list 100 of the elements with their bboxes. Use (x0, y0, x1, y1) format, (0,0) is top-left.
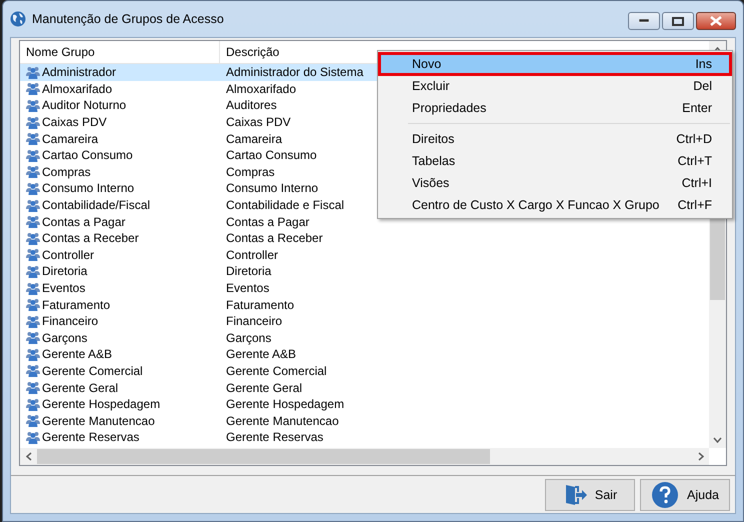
table-cell: Eventos (42, 281, 86, 296)
list-row[interactable]: Gerente Reservas Gerente Reservas (20, 429, 709, 446)
table-cell: Auditor Noturno (42, 98, 126, 112)
users-icon (26, 248, 40, 262)
table-cell: Cartao Consumo (42, 148, 133, 162)
table-cell-text: Financeiro (225, 314, 282, 328)
table-cell: Financeiro (42, 314, 98, 328)
menu-item[interactable]: Tabelas Ctrl+T (379, 150, 731, 172)
table-cell-text: Gerente Reservas (225, 430, 324, 444)
list-row[interactable]: Gerente Manutencao Gerente Manutencao (20, 412, 709, 430)
list-row[interactable]: Contas a Receber Contas a Receber (20, 230, 709, 247)
table-cell-text: Gerente Manutencao (225, 414, 339, 428)
table-cell: Almoxarifado (42, 82, 112, 96)
table-cell-text: Consumo Interno (225, 181, 318, 196)
users-icon (26, 148, 40, 162)
exit-button[interactable]: Sair (545, 478, 635, 510)
users-icon (26, 398, 40, 411)
list-row[interactable]: Faturamento Faturamento (20, 296, 709, 313)
table-cell-text: Garçons (225, 330, 272, 345)
users-icon (26, 165, 40, 178)
globe-icon (10, 11, 26, 27)
table-cell: Contas a Pagar (42, 214, 126, 229)
users-icon (26, 132, 40, 146)
menu-item[interactable]: Visões Ctrl+I (379, 172, 731, 194)
list-row[interactable]: Gerente Hospedagem Gerente Hospedagem (20, 396, 709, 412)
users-icon (26, 314, 40, 328)
table-cell: Faturamento (42, 298, 110, 312)
table-cell-text: Cartao Consumo (225, 148, 317, 162)
scroll-left-icon[interactable] (26, 452, 32, 461)
users-icon (26, 282, 40, 295)
table-cell-text: Eventos (225, 281, 270, 296)
users-icon (26, 264, 40, 278)
table-cell-text: Contabilidade e Fiscal (225, 198, 344, 212)
list-row[interactable]: Gerente Comercial Gerente Comercial (20, 362, 709, 380)
table-cell: Gerente Manutencao (42, 414, 155, 428)
table-cell: Camareira (42, 132, 98, 146)
maximize-button[interactable] (662, 12, 694, 30)
users-icon (26, 82, 40, 96)
table-cell-text: Administrador do Sistema (225, 65, 364, 80)
column-header[interactable]: Nome Grupo (20, 41, 220, 63)
list-row[interactable]: Diretoria Diretoria (20, 263, 709, 280)
table-cell: Gerente A&B (42, 347, 112, 362)
list-row[interactable]: Contas a Pagar Contas a Pagar (20, 213, 709, 230)
table-cell-text: Gerente A&B (225, 347, 296, 362)
users-icon (26, 116, 40, 129)
table-cell: Gerente Reservas (42, 430, 140, 444)
users-icon (26, 215, 40, 228)
table-cell-text: Contas a Receber (225, 231, 323, 246)
table-cell: Caixas PDV (42, 115, 107, 130)
table-cell: Controller (42, 248, 94, 262)
users-icon (26, 198, 40, 212)
list-row[interactable]: Garçons Garçons (20, 330, 709, 346)
help-button[interactable]: Ajuda (640, 478, 730, 510)
list-row[interactable]: Gerente Geral Gerente Geral (20, 379, 709, 396)
list-row[interactable]: Gerente A&B Gerente A&B (20, 346, 709, 363)
horizontal-scrollbar[interactable] (20, 448, 709, 465)
table-cell-text: Caixas PDV (225, 115, 291, 130)
table-cell: Diretoria (42, 264, 88, 278)
table-cell-text: Contas a Pagar (225, 214, 310, 229)
menu-item[interactable]: Novo Ins (379, 53, 731, 75)
menu-item[interactable]: Centro de Custo X Cargo X Funcao X Grupo Ctrl+F (379, 194, 731, 216)
users-icon (26, 182, 40, 195)
table-cell: Administrador (42, 65, 116, 80)
users-icon (26, 430, 40, 444)
table-cell: Gerente Comercial (42, 364, 143, 378)
help-icon (651, 480, 679, 508)
menu-item[interactable]: Propriedades Enter (379, 97, 731, 119)
users-icon (26, 298, 40, 312)
table-cell-text: Diretoria (225, 264, 272, 278)
users-icon (26, 348, 40, 361)
table-cell-text: Faturamento (225, 298, 294, 312)
table-cell: Contas a Receber (42, 231, 139, 246)
list-row[interactable]: Controller Controller (20, 246, 709, 264)
menu-item[interactable]: Direitos Ctrl+D (379, 128, 731, 150)
table-cell: Gerente Hospedagem (42, 397, 160, 412)
users-icon (26, 381, 40, 394)
table-cell-text: Compras (225, 164, 275, 179)
maximize-icon (672, 16, 684, 26)
close-icon (710, 16, 722, 26)
minimize-icon (639, 19, 649, 23)
users-icon (26, 66, 40, 79)
table-cell-text: Almoxarifado (225, 82, 296, 96)
close-button[interactable] (696, 12, 736, 30)
list-row[interactable]: Financeiro Financeiro (20, 312, 709, 330)
table-cell: Gerente Geral (42, 380, 118, 395)
scrollbar-thumb[interactable] (37, 449, 490, 464)
minimize-button[interactable] (628, 12, 660, 30)
users-icon (26, 98, 40, 112)
scroll-down-icon[interactable] (713, 436, 722, 442)
window-title: Manutenção de Grupos de Acesso (32, 12, 224, 26)
scroll-right-icon[interactable] (698, 452, 704, 461)
table-cell: Garçons (42, 330, 88, 345)
users-icon (26, 364, 40, 378)
list-row[interactable]: Eventos Eventos (20, 280, 709, 296)
users-icon (26, 232, 40, 245)
table-cell-text: Gerente Geral (225, 380, 302, 395)
table-cell-text: Gerente Hospedagem (225, 397, 344, 412)
users-icon (26, 414, 40, 428)
table-cell-text: Controller (225, 248, 278, 262)
table-cell-text: Gerente Comercial (225, 364, 327, 378)
